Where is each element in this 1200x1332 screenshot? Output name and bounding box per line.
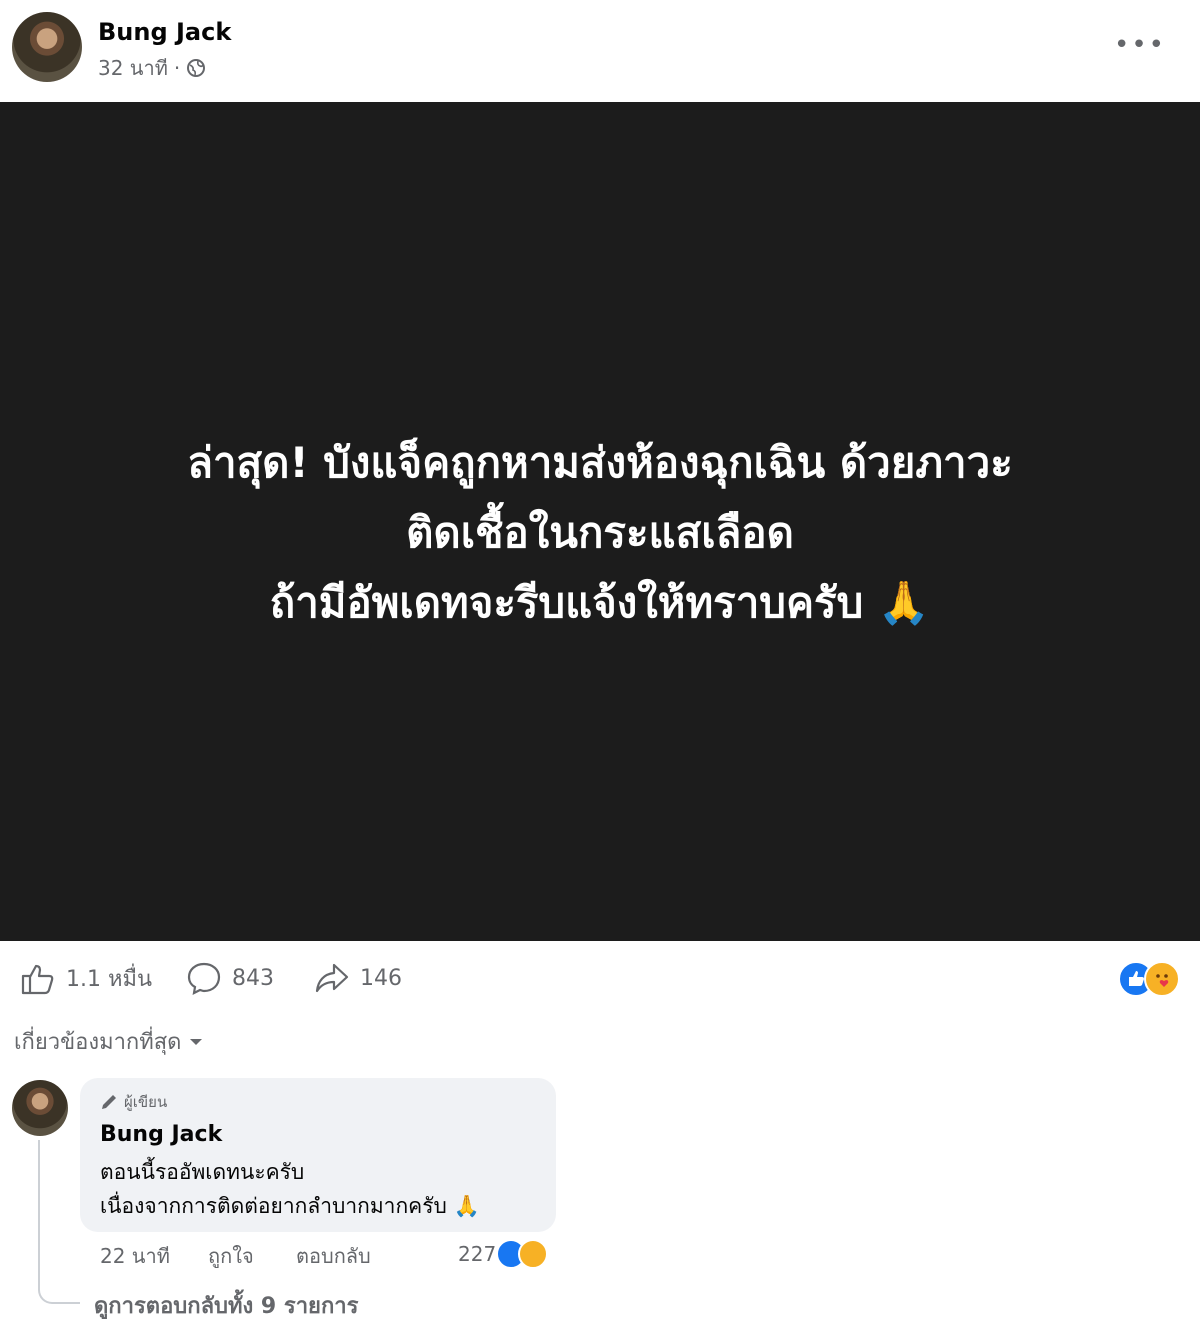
- comment-time[interactable]: 22 นาที: [100, 1240, 170, 1272]
- post-image-text: ล่าสุด! บังแจ็คถูกหามส่งห้องฉุกเฉิน ด้วย…: [0, 428, 1200, 638]
- share-arrow-icon: [315, 963, 349, 993]
- comment-button[interactable]: 843: [186, 961, 274, 995]
- share-count: 146: [360, 965, 402, 991]
- post-stats-bar: 1.1 หมื่น 843 146: [0, 941, 1200, 1017]
- post-header: Bung Jack 32 นาที · •••: [0, 0, 1200, 102]
- share-button[interactable]: 146: [314, 961, 402, 995]
- image-text-line-2: ติดเชื้อในกระแสเลือด: [406, 508, 794, 557]
- author-badge: ผู้เขียน: [100, 1090, 167, 1114]
- image-text-line-1: ล่าสุด! บังแจ็คถูกหามส่งห้องฉุกเฉิน ด้วย…: [187, 438, 1013, 487]
- comment-like-button[interactable]: ถูกใจ: [208, 1240, 254, 1272]
- more-horizontal-icon: •••: [1113, 30, 1166, 60]
- pencil-icon: [102, 1095, 116, 1109]
- author-avatar[interactable]: [12, 12, 82, 82]
- sort-label: เกี่ยวข้องมากที่สุด: [14, 1030, 182, 1055]
- author-badge-label: ผู้เขียน: [124, 1093, 168, 1111]
- comment-reaction-summary[interactable]: 227: [458, 1238, 549, 1270]
- reply-thread-line: [38, 1140, 80, 1304]
- comment-sort-dropdown[interactable]: เกี่ยวข้องมากที่สุด: [14, 1024, 203, 1059]
- post-author-name[interactable]: Bung Jack: [98, 18, 231, 46]
- comment-count: 843: [232, 965, 274, 991]
- more-options-button[interactable]: •••: [1114, 30, 1166, 60]
- thumbs-up-icon: [21, 964, 54, 994]
- globe-icon: [187, 59, 206, 77]
- like-button[interactable]: 1.1 หมื่น: [20, 961, 152, 996]
- post-meta: 32 นาที ·: [98, 52, 206, 84]
- comment-text-line-1: ตอนนี้รออัพเดทนะครับ: [100, 1160, 305, 1184]
- like-count: 1.1 หมื่น: [66, 967, 153, 992]
- care-reaction-icon: [1144, 961, 1180, 997]
- comment-reaction-count: 227: [458, 1242, 497, 1266]
- comment-bubble-icon: [187, 962, 221, 995]
- view-replies-link[interactable]: ดูการตอบกลับทั้ง 9 รายการ: [94, 1288, 358, 1323]
- comment-text-line-2: เนื่องจากการติดต่อยากลำบากมากครับ 🙏: [100, 1194, 480, 1218]
- comment-author[interactable]: Bung Jack: [100, 1122, 222, 1147]
- comment-reply-button[interactable]: ตอบกลับ: [296, 1240, 371, 1272]
- meta-separator: ·: [173, 56, 181, 80]
- caret-down-icon: [190, 1038, 203, 1045]
- comment-care-reaction-icon: [518, 1239, 549, 1269]
- reaction-summary[interactable]: [1118, 961, 1182, 997]
- post-time[interactable]: 32 นาที: [98, 52, 168, 84]
- commenter-avatar[interactable]: [12, 1080, 68, 1136]
- comment-bubble: ผู้เขียน Bung Jack ตอนนี้รออัพเดทนะครับ …: [80, 1078, 556, 1232]
- image-text-line-3: ถ้ามีอัพเดทจะรีบแจ้งให้ทราบครับ 🙏: [269, 578, 931, 627]
